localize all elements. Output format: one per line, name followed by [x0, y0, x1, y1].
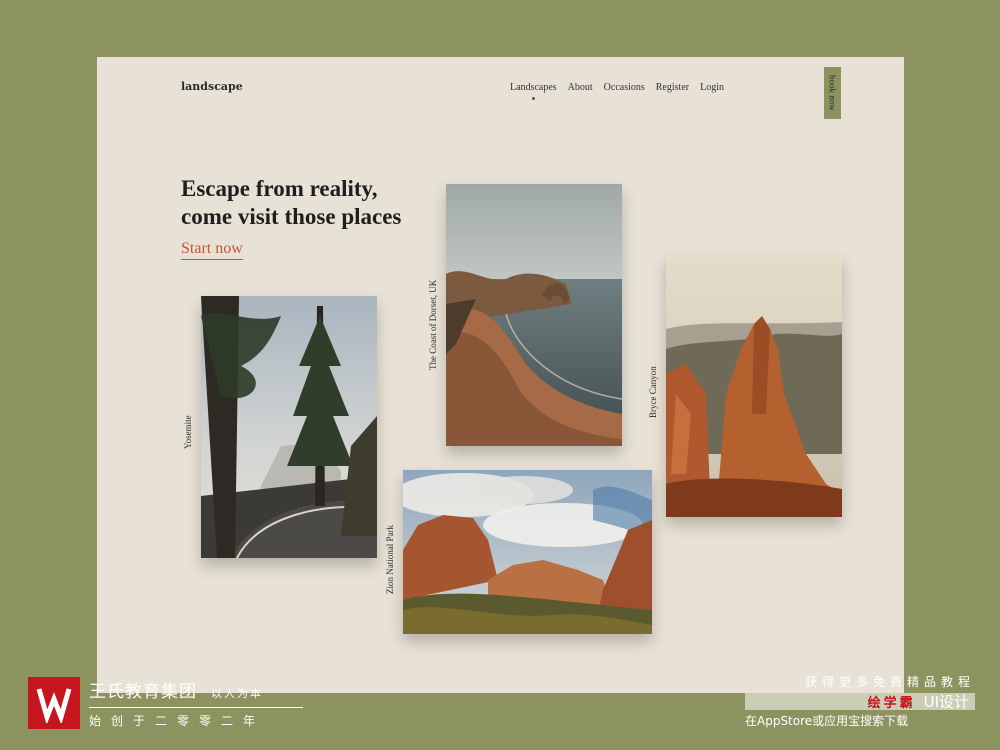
landing-page: landscape Landscapes About Occasions Reg…: [97, 57, 904, 693]
yosemite-image: [201, 296, 377, 558]
bryce-photo[interactable]: [666, 254, 842, 517]
site-logo[interactable]: landscape: [181, 80, 243, 93]
bryce-caption: Bryce Canyon: [648, 366, 658, 418]
watermark-store: 在AppStore或应用宝搜索下载: [745, 714, 909, 728]
watermark-right: 获得更多免费精品教程 绘学霸 UI设计 在AppStore或应用宝搜索下载: [745, 673, 975, 729]
dorset-photo[interactable]: [446, 184, 622, 446]
watermark-brand-red: 绘学霸: [867, 696, 916, 711]
hero-line-1: Escape from reality,: [181, 176, 378, 201]
bryce-image: [666, 254, 842, 517]
nav-login[interactable]: Login: [700, 82, 724, 93]
hero-heading: Escape from reality, come visit those pl…: [181, 175, 451, 231]
watermark-left: 王氏教育集团 以人为本 始创于二零零二年: [28, 677, 303, 729]
yosemite-caption: Yosemite: [183, 415, 193, 449]
watermark-slogan: 以人为本: [211, 687, 263, 700]
nav-register[interactable]: Register: [656, 82, 689, 93]
w-logo-icon: [28, 677, 80, 729]
zion-photo[interactable]: [403, 470, 652, 634]
hero-line-2: come visit those places: [181, 204, 402, 229]
watermark-brand-ui: UI设计: [923, 693, 969, 711]
watermark-company: 王氏教育集团: [89, 682, 197, 702]
start-now-link[interactable]: Start now: [181, 240, 243, 260]
zion-image: [403, 470, 652, 634]
nav-occasions[interactable]: Occasions: [604, 82, 645, 93]
nav-landscapes[interactable]: Landscapes: [510, 82, 557, 100]
book-now-button[interactable]: book now: [824, 67, 841, 119]
watermark-promo: 获得更多免费精品教程: [804, 675, 975, 689]
watermark-founded: 始创于二零零二年: [89, 714, 266, 728]
yosemite-photo[interactable]: [201, 296, 377, 558]
dorset-image: [446, 184, 622, 446]
dorset-caption: The Coast of Dorset, UK: [428, 279, 438, 370]
zion-caption: Zion National Park: [385, 525, 395, 594]
main-nav: Landscapes About Occasions Register Logi…: [510, 82, 724, 100]
nav-about[interactable]: About: [568, 82, 593, 93]
